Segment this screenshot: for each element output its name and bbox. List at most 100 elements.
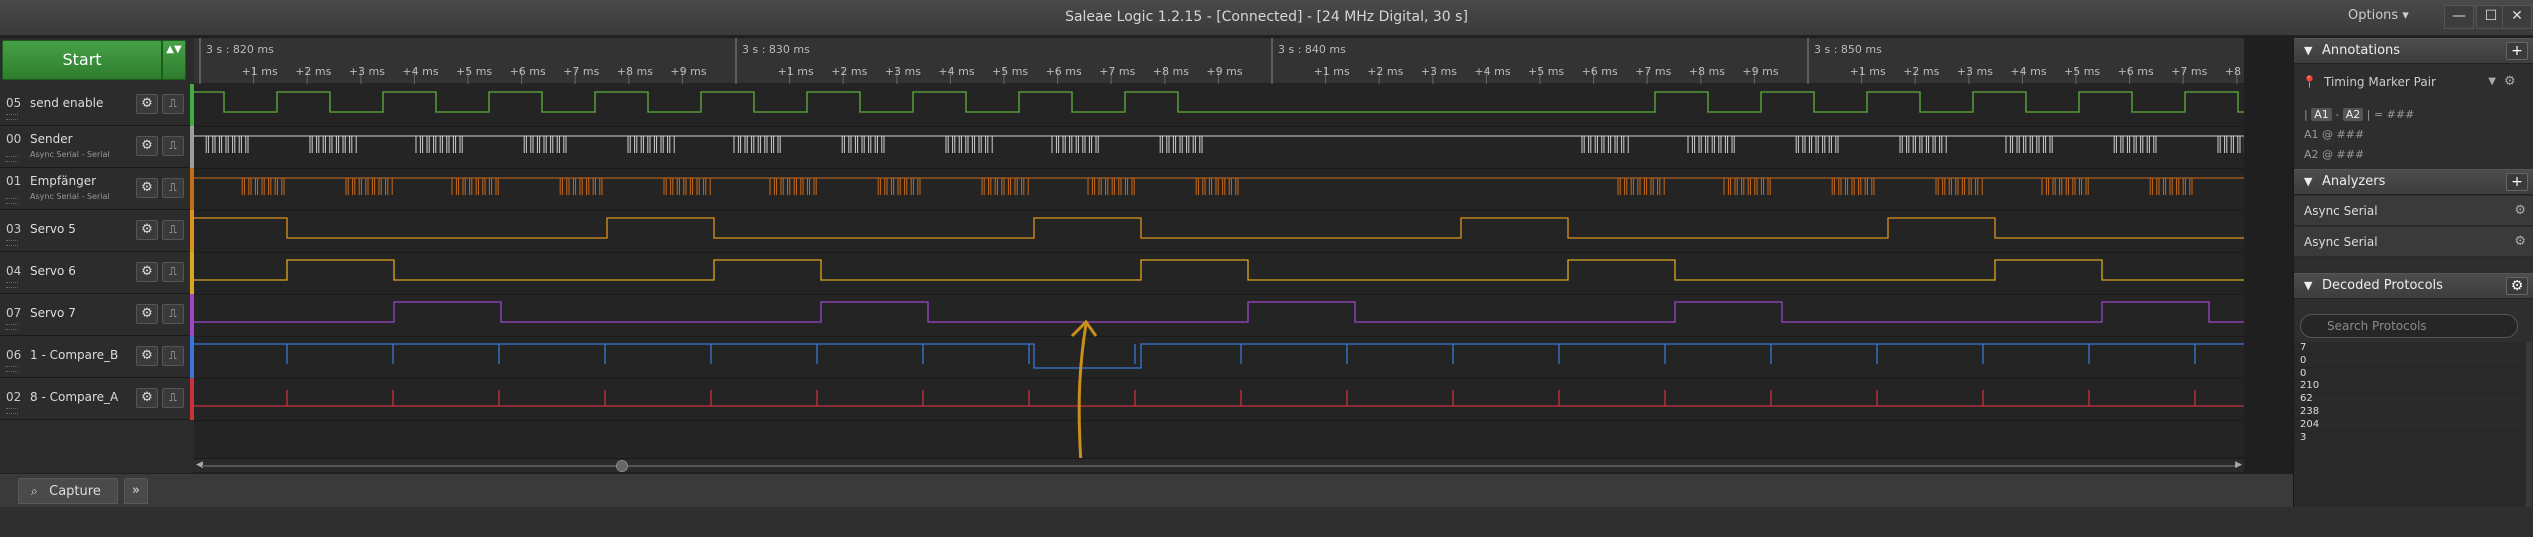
timeline-minor-label: +6 ms (1046, 65, 1082, 78)
bottom-bar: ⌕ Capture » (0, 473, 2533, 507)
gear-icon[interactable]: ⚙ (136, 346, 158, 366)
start-options-icon[interactable]: ▲▼ (162, 40, 186, 80)
channel-row[interactable]: 01 Empfänger Async Serial - Serial ⚙ ⎍ (0, 168, 194, 210)
drag-handle-icon[interactable] (6, 114, 18, 120)
decoded-item[interactable]: 3 (2294, 432, 2533, 445)
minimize-icon[interactable]: — (2444, 5, 2474, 29)
trigger-icon[interactable]: ⎍ (162, 304, 184, 324)
gear-icon[interactable]: ⚙ (136, 178, 158, 198)
channel-row[interactable]: 07 Servo 7 ⚙ ⎍ (0, 294, 194, 336)
timing-marker-select[interactable]: 📍 Timing Marker Pair ▼ (2302, 71, 2496, 93)
analyzer-row[interactable]: Async Serial ⚙ (2294, 227, 2533, 257)
timeline-minor-label: +6 ms (1582, 65, 1618, 78)
drag-handle-icon[interactable] (6, 282, 18, 288)
channel-row[interactable]: 04 Servo 6 ⚙ ⎍ (0, 252, 194, 294)
trigger-icon[interactable]: ⎍ (162, 220, 184, 240)
timeline-minor-label: +9 ms (670, 65, 706, 78)
decoded-item[interactable]: 210 (2294, 380, 2533, 394)
decoded-settings-button[interactable]: ⚙ (2506, 277, 2528, 295)
channel-row[interactable]: 06 1 - Compare_B ⚙ ⎍ (0, 336, 194, 378)
chevron-down-icon: ▼ (2488, 76, 2496, 87)
drag-handle-icon[interactable] (6, 324, 18, 330)
gear-icon[interactable]: ⚙ (136, 388, 158, 408)
decoded-item[interactable]: 0 (2294, 355, 2533, 368)
drag-handle-icon[interactable] (6, 408, 18, 414)
channel-name[interactable]: 8 - Compare_A (30, 390, 118, 404)
waveform-area[interactable] (194, 84, 2265, 465)
analyzers-title: Analyzers (2322, 174, 2386, 189)
timeline-major-label: 3 s : 830 ms (742, 43, 810, 56)
decoded-item[interactable]: 0 (2294, 368, 2533, 381)
add-analyzer-button[interactable]: + (2506, 173, 2528, 191)
decoded-item[interactable]: 238 (2294, 406, 2533, 419)
timeline-ruler[interactable]: 3 s : 820 ms +1 ms +2 ms +3 ms +4 ms +5 ms +6 … (194, 38, 2261, 84)
servo6-waveform (194, 259, 2244, 281)
drag-handle-icon[interactable] (6, 156, 18, 162)
timeline-minor-label: +4 ms (938, 65, 974, 78)
trigger-icon[interactable]: ⎍ (162, 262, 184, 282)
marker-a2-tag[interactable]: A2 (2342, 108, 2364, 121)
decoded-protocols-header[interactable]: ▼ Decoded Protocols ⚙ (2294, 273, 2533, 299)
gear-icon[interactable]: ⚙ (136, 94, 158, 114)
channel-name[interactable]: Servo 7 (30, 306, 76, 320)
marker-pair-readout: | A1 - A2 | = ### (2304, 108, 2415, 121)
gear-icon[interactable]: ⚙ (136, 304, 158, 324)
start-button[interactable]: Start (2, 40, 162, 80)
drag-handle-icon[interactable] (6, 366, 18, 372)
channel-name[interactable]: send enable (30, 96, 103, 110)
footer (0, 507, 2533, 537)
decoded-list-scrollbar[interactable] (2526, 342, 2532, 507)
marker-a1-tag[interactable]: A1 (2311, 108, 2332, 121)
options-button[interactable]: Options ▾ (2348, 8, 2409, 23)
trigger-icon[interactable]: ⎍ (162, 178, 184, 198)
channel-row[interactable]: 00 Sender Async Serial - Serial ⚙ ⎍ (0, 126, 194, 168)
decoded-item[interactable]: 204 (2294, 419, 2533, 432)
channel-row[interactable]: 02 8 - Compare_A ⚙ ⎍ (0, 378, 194, 420)
add-annotation-button[interactable]: + (2506, 42, 2528, 60)
channel-name[interactable]: Empfänger (30, 174, 96, 188)
scroll-thumb[interactable] (616, 460, 628, 472)
gear-icon[interactable]: ⚙ (2514, 196, 2526, 226)
trigger-icon[interactable]: ⎍ (162, 346, 184, 366)
timing-marker-label: Timing Marker Pair (2324, 75, 2436, 89)
capture-tab[interactable]: ⌕ Capture (18, 478, 118, 504)
channel-name[interactable]: Servo 6 (30, 264, 76, 278)
scroll-right-icon[interactable]: ▶ (2235, 460, 2242, 470)
trigger-icon[interactable]: ⎍ (162, 388, 184, 408)
timeline-minor-label: +2 ms (1903, 65, 1939, 78)
gear-icon[interactable]: ⚙ (136, 220, 158, 240)
timeline-minor-label: +6 ms (2118, 65, 2154, 78)
expand-tabs-button[interactable]: » (124, 478, 148, 504)
horizontal-scrollbar[interactable]: ◀ ▶ (194, 458, 2244, 472)
timeline-minor-label: +3 ms (885, 65, 921, 78)
annotations-header[interactable]: ▼ Annotations + (2294, 38, 2533, 64)
trigger-icon[interactable]: ⎍ (162, 136, 184, 156)
analyzer-row[interactable]: Async Serial ⚙ (2294, 196, 2533, 226)
analyzers-header[interactable]: ▼ Analyzers + (2294, 169, 2533, 195)
decoded-protocols-list[interactable]: 7 0 0 210 62 238 204 3 (2294, 342, 2533, 507)
decoded-item[interactable]: 7 (2294, 342, 2533, 355)
close-icon[interactable]: ✕ (2502, 5, 2532, 29)
drag-handle-icon[interactable] (6, 198, 18, 204)
decoded-item[interactable]: 62 (2294, 393, 2533, 406)
timeline-minor-label: +2 ms (831, 65, 867, 78)
gear-icon[interactable]: ⚙ (136, 136, 158, 156)
timeline-minor-label: +3 ms (349, 65, 385, 78)
gear-icon[interactable]: ⚙ (136, 262, 158, 282)
channel-row[interactable]: 03 Servo 5 ⚙ ⎍ (0, 210, 194, 252)
channel-name[interactable]: Servo 5 (30, 222, 76, 236)
timeline-minor-label: +8 ms (617, 65, 653, 78)
search-protocols-input[interactable] (2300, 314, 2518, 338)
channel-name[interactable]: 1 - Compare_B (30, 348, 118, 362)
gear-icon[interactable]: ⚙ (2504, 74, 2516, 89)
channel-number: 06 (6, 348, 22, 362)
empfaenger-serial-waveform (194, 177, 2244, 195)
channel-name[interactable]: Sender (30, 132, 73, 146)
sender-serial-waveform (194, 135, 2265, 153)
channel-row[interactable]: 05 send enable ⚙ ⎍ (0, 84, 194, 126)
channel-number: 05 (6, 96, 22, 110)
drag-handle-icon[interactable] (6, 240, 18, 246)
gear-icon[interactable]: ⚙ (2514, 227, 2526, 257)
saleae-logic-window: Saleae Logic 1.2.15 - [Connected] - [24 … (0, 0, 2533, 537)
trigger-icon[interactable]: ⎍ (162, 94, 184, 114)
